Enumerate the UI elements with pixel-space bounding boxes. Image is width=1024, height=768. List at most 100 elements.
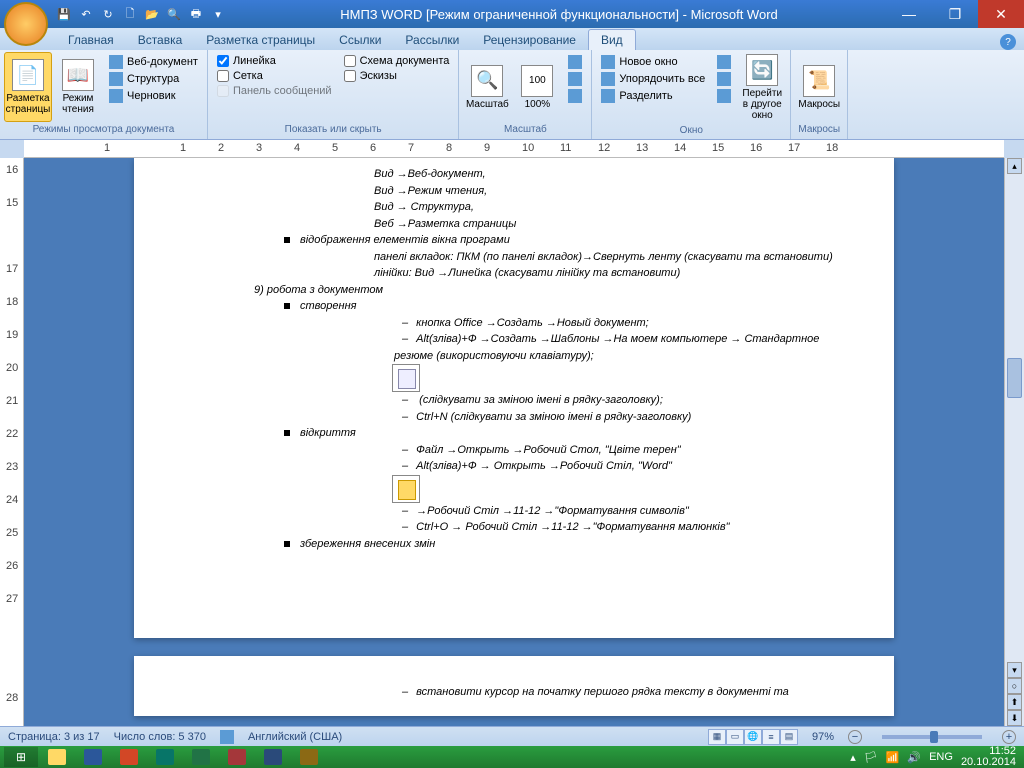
tray-up-icon[interactable]: ▴	[850, 751, 856, 764]
zoom-slider-handle[interactable]	[930, 731, 938, 743]
prev-page-icon[interactable]: ⬆	[1007, 694, 1022, 710]
group-label-macros: Макросы	[795, 122, 843, 137]
preview-icon[interactable]: 🔍	[164, 4, 184, 24]
tray-net-icon[interactable]: 📶	[886, 751, 900, 764]
tray-flag-icon[interactable]: 🏳	[864, 751, 878, 764]
redo-icon[interactable]: ↻	[98, 4, 118, 24]
ruler-checkbox[interactable]: Линейка	[214, 54, 335, 68]
status-words[interactable]: Число слов: 5 370	[114, 731, 206, 743]
undo-icon[interactable]: ↶	[76, 4, 96, 24]
sync-scroll-button[interactable]	[714, 71, 734, 87]
doc-text: відкриття	[284, 425, 834, 442]
zoom-in-button[interactable]: +	[1002, 730, 1016, 744]
view-draft-icon[interactable]: ▤	[780, 729, 798, 745]
doc-text: створення	[284, 298, 834, 315]
next-page-icon[interactable]: ⬇	[1007, 710, 1022, 726]
tab-view[interactable]: Вид	[588, 29, 636, 50]
zoom-button[interactable]: 🔍 Масштаб	[463, 52, 511, 122]
document-page-next[interactable]: –встановити курсор на початку першого ря…	[134, 656, 894, 716]
scroll-thumb[interactable]	[1007, 358, 1022, 398]
taskbar-kmp[interactable]	[256, 747, 290, 767]
print-icon[interactable]: 🖶	[186, 4, 206, 24]
doc-text: Вид → Структура,	[374, 199, 834, 216]
horizontal-ruler[interactable]: 1123456789101112131415161718	[24, 140, 1004, 158]
office-button[interactable]	[4, 2, 48, 46]
new-doc-icon	[392, 364, 420, 392]
status-page[interactable]: Страница: 3 из 17	[8, 731, 100, 743]
browse-object-icon[interactable]: ○	[1007, 678, 1022, 694]
tab-references[interactable]: Ссылки	[327, 30, 393, 50]
maximize-button[interactable]: ❐	[932, 0, 978, 28]
doc-text: – (слідкувати за зміною імені в рядку-за…	[394, 392, 834, 409]
tray-lang[interactable]: ENG	[929, 751, 953, 763]
publisher-icon	[156, 749, 174, 765]
help-icon[interactable]: ?	[1000, 34, 1016, 50]
scroll-up-icon[interactable]: ▴	[1007, 158, 1022, 174]
scroll-down-icon[interactable]: ▾	[1007, 662, 1022, 678]
taskbar-word[interactable]	[76, 747, 110, 767]
taskbar-publisher[interactable]	[148, 747, 182, 767]
view-web-icon[interactable]: 🌐	[744, 729, 762, 745]
group-label-window: Окно	[596, 123, 786, 138]
one-page-button[interactable]	[565, 54, 585, 70]
tab-layout[interactable]: Разметка страницы	[194, 30, 327, 50]
page-width-icon	[568, 89, 582, 103]
print-layout-button[interactable]: 📄 Разметка страницы	[4, 52, 52, 122]
zoom-slider[interactable]	[882, 735, 982, 739]
sync-icon	[717, 72, 731, 86]
split-button[interactable]: Разделить	[598, 88, 708, 104]
taskbar-powerpoint[interactable]	[112, 747, 146, 767]
vertical-ruler[interactable]: 1615171819202122232425262728	[0, 158, 24, 726]
doc-text: лінійки: Вид →Линейка (скасувати лінійку…	[374, 265, 834, 282]
reset-pos-button[interactable]	[714, 88, 734, 104]
zoom-level[interactable]: 97%	[812, 731, 834, 743]
view-reading-icon[interactable]: ▭	[726, 729, 744, 745]
taskbar-access[interactable]	[220, 747, 254, 767]
docmap-checkbox[interactable]: Схема документа	[341, 54, 453, 68]
page-width-button[interactable]	[565, 88, 585, 104]
web-layout-button[interactable]: Веб-документ	[106, 54, 201, 70]
tray-date[interactable]: 20.10.2014	[961, 757, 1016, 768]
tab-insert[interactable]: Вставка	[126, 30, 195, 50]
document-page[interactable]: Вид →Веб-документ, Вид →Режим чтения, Ви…	[134, 158, 894, 638]
open-icon[interactable]: 📂	[142, 4, 162, 24]
vertical-scrollbar[interactable]: ▴ ▾ ○ ⬆ ⬇	[1004, 158, 1024, 726]
taskbar-excel[interactable]	[184, 747, 218, 767]
taskbar-app[interactable]	[292, 747, 326, 767]
taskbar-explorer[interactable]	[40, 747, 74, 767]
two-pages-icon	[568, 72, 582, 86]
doc-text: панелі вкладок: ПКМ (по панелі вкладок)→…	[374, 249, 834, 266]
messagebar-checkbox[interactable]: Панель сообщений	[214, 84, 335, 98]
qat-dropdown-icon[interactable]: ▾	[208, 4, 228, 24]
gridlines-checkbox[interactable]: Сетка	[214, 69, 335, 83]
tray-sound-icon[interactable]: 🔊	[907, 751, 921, 764]
reading-mode-button[interactable]: 📖 Режим чтения	[54, 52, 102, 122]
view-outline-icon[interactable]: ≡	[762, 729, 780, 745]
arrange-all-button[interactable]: Упорядочить все	[598, 71, 708, 87]
system-tray: ▴ 🏳 📶 🔊 ENG 11:52 20.10.2014	[850, 746, 1020, 768]
two-pages-button[interactable]	[565, 71, 585, 87]
status-language[interactable]: Английский (США)	[248, 731, 342, 743]
side-by-side-button[interactable]	[714, 54, 734, 70]
tab-review[interactable]: Рецензирование	[471, 30, 588, 50]
thumbnails-checkbox[interactable]: Эскизы	[341, 69, 453, 83]
zoom-100-button[interactable]: 100 100%	[513, 52, 561, 122]
new-icon[interactable]: 🗋	[120, 4, 140, 24]
doc-text: Вид →Веб-документ,	[374, 166, 834, 183]
save-icon[interactable]: 💾	[54, 4, 74, 24]
switch-windows-button[interactable]: 🔄 Перейти в другое окно	[738, 52, 786, 123]
view-print-icon[interactable]: ▦	[708, 729, 726, 745]
tab-home[interactable]: Главная	[56, 30, 126, 50]
start-button[interactable]: ⊞	[4, 747, 38, 767]
macros-button[interactable]: 📜 Макросы	[795, 52, 843, 122]
tab-mailings[interactable]: Рассылки	[393, 30, 471, 50]
new-window-button[interactable]: Новое окно	[598, 54, 708, 70]
doc-text: –встановити курсор на початку першого ря…	[394, 686, 834, 698]
close-button[interactable]: ✕	[978, 0, 1024, 28]
draft-button[interactable]: Черновик	[106, 88, 201, 104]
outline-button[interactable]: Структура	[106, 71, 201, 87]
minimize-button[interactable]: —	[886, 0, 932, 28]
proofing-icon[interactable]	[220, 730, 234, 744]
zoom-out-button[interactable]: −	[848, 730, 862, 744]
page-container[interactable]: Вид →Веб-документ, Вид →Режим чтения, Ви…	[24, 158, 1004, 726]
